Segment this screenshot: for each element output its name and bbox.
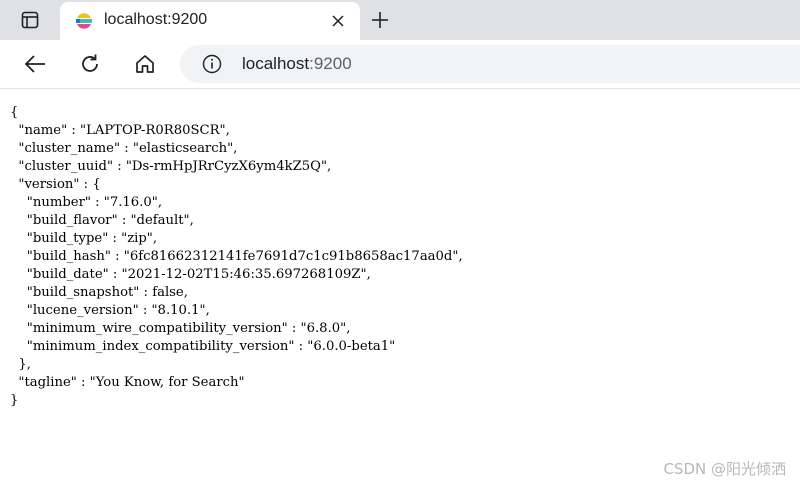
- json-line: "build_type" : "zip",: [10, 231, 158, 246]
- tab-localhost[interactable]: localhost:9200: [60, 2, 360, 40]
- json-line: "name" : "LAPTOP-R0R80SCR",: [10, 123, 230, 138]
- json-line: "build_date" : "2021-12-02T15:46:35.6972…: [10, 267, 371, 282]
- address-url[interactable]: localhost:9200: [242, 54, 352, 74]
- url-port: :9200: [309, 54, 352, 73]
- json-line: "minimum_index_compatibility_version" : …: [10, 339, 396, 354]
- plus-icon: [372, 12, 388, 28]
- close-tab-button[interactable]: [328, 11, 348, 31]
- refresh-button[interactable]: [76, 50, 104, 78]
- json-line: "build_hash" : "6fc81662312141fe7691d7c1…: [10, 249, 463, 264]
- tab-title: localhost:9200: [104, 11, 208, 28]
- json-line: "tagline" : "You Know, for Search": [10, 375, 245, 390]
- json-line: "minimum_wire_compatibility_version" : "…: [10, 321, 351, 336]
- new-tab-button[interactable]: [368, 8, 392, 32]
- browser-toolbar: localhost:9200: [0, 40, 800, 89]
- json-line: "build_snapshot" : false,: [10, 285, 188, 300]
- home-icon: [136, 55, 154, 73]
- tab-actions-button[interactable]: [8, 6, 52, 34]
- tab-actions-icon: [21, 11, 39, 29]
- elastic-logo-icon: [76, 13, 92, 29]
- address-bar[interactable]: localhost:9200: [180, 45, 800, 83]
- info-icon[interactable]: [202, 54, 222, 74]
- tab-strip: localhost:9200: [0, 0, 800, 40]
- json-line: "lucene_version" : "8.10.1",: [10, 303, 210, 318]
- json-line: "cluster_name" : "elasticsearch",: [10, 141, 238, 156]
- json-line: "build_flavor" : "default",: [10, 213, 194, 228]
- watermark: CSDN @阳光倾洒: [663, 460, 786, 478]
- home-button[interactable]: [131, 50, 159, 78]
- json-line: "cluster_uuid" : "Ds-rmHpJRrCyzX6ym4kZ5Q…: [10, 159, 332, 174]
- url-host: localhost: [242, 54, 310, 73]
- json-line: "version" : {: [10, 177, 101, 192]
- refresh-icon: [82, 54, 98, 72]
- json-line: {: [10, 105, 19, 120]
- back-arrow-icon: [24, 55, 45, 73]
- close-icon: [332, 15, 344, 27]
- json-line: "number" : "7.16.0",: [10, 195, 163, 210]
- back-button[interactable]: [21, 50, 49, 78]
- json-line: }: [10, 393, 19, 408]
- json-line: },: [10, 357, 31, 372]
- json-response: { "name" : "LAPTOP-R0R80SCR", "cluster_n…: [10, 104, 800, 410]
